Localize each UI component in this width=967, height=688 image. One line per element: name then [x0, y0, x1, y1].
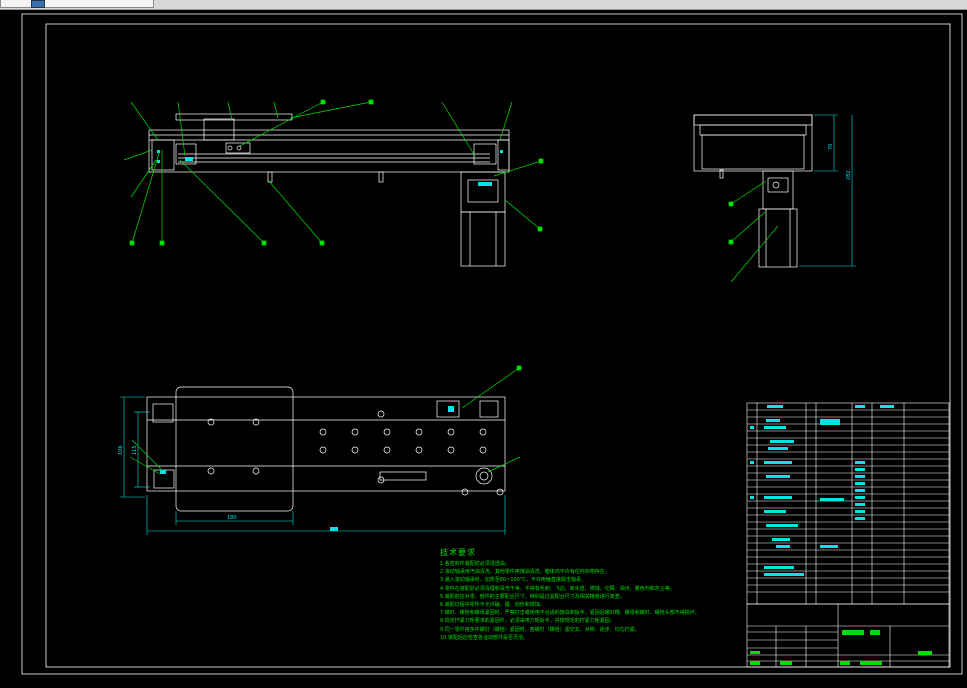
- window-titlebar: [0, 0, 967, 10]
- front-view: [148, 113, 510, 267]
- dim-side-height-2: 282: [846, 170, 852, 180]
- technical-note-line: 4.零件在装配前必须清理和清洗干净，不得有毛刺、飞边、氧化皮、锈蚀、切屑、油污、…: [440, 585, 675, 592]
- dim-top-height-outer: 106: [118, 445, 124, 455]
- document-tab[interactable]: [0, 0, 154, 8]
- side-view-dim-labels: 70 282: [828, 144, 852, 180]
- technical-note-line: 2.滚动轴承用汽油清洗，其他零件用煤油清洗，箱体内不许有任何杂物存在。: [440, 569, 610, 576]
- technical-note-line: 7.螺钉、螺栓和螺母紧固时，严禁打击或使用不合适的旋具和扳手，紧固后螺钉槽、螺母…: [440, 610, 700, 617]
- technical-note-line: 10.装配后应检查各运动部件是否灵活。: [440, 634, 528, 641]
- technical-notes: 技术要求 1.各密封件装配前必须浸透油。 2.滚动轴承用汽油清洗，其他零件用煤油…: [440, 548, 740, 642]
- parts-list-fills: [750, 405, 894, 576]
- side-view: [693, 114, 813, 268]
- technical-note-line: 1.各密封件装配前必须浸透油。: [440, 561, 510, 567]
- technical-note-line: 5.装配前应对零、部件的主要配合尺寸，特别是过盈配合尺寸及相关精度进行复查。: [440, 593, 625, 600]
- top-view-fills: [160, 406, 454, 474]
- technical-note-line: 9.同一零件用多件螺钉（螺栓）紧固时，各螺钉（螺栓）需交叉、对称、逐步、均匀拧紧…: [440, 626, 640, 633]
- front-view-leaders: [123, 99, 544, 246]
- technical-note-line: 3.装入滚动轴承时，加热至80~100°C，不许用锤直接敲击轴承。: [440, 577, 586, 584]
- drawing-file-icon: [31, 0, 45, 8]
- dim-top-height-inner: 115: [132, 445, 138, 455]
- title-block: [746, 603, 950, 668]
- top-view-holes: [207, 410, 487, 484]
- technical-note-line: 8.规定拧紧力矩要求的紧固件，必须采用力矩扳手，并按规定的拧紧力矩紧固。: [440, 618, 615, 625]
- side-view-dimensions: [799, 114, 856, 267]
- dim-top-total-width-fill: [330, 527, 338, 531]
- technical-notes-title: 技术要求: [440, 548, 476, 557]
- title-block-fills: [750, 630, 932, 665]
- technical-note-line: 6.装配过程中零件不允许磕、碰、划伤和锈蚀。: [440, 602, 545, 609]
- top-view-dim-labels: 180 106 115: [118, 445, 338, 531]
- front-view-fills: [157, 150, 503, 186]
- dim-side-height-1: 70: [828, 144, 834, 150]
- dim-top-plate-width: 180: [227, 515, 237, 521]
